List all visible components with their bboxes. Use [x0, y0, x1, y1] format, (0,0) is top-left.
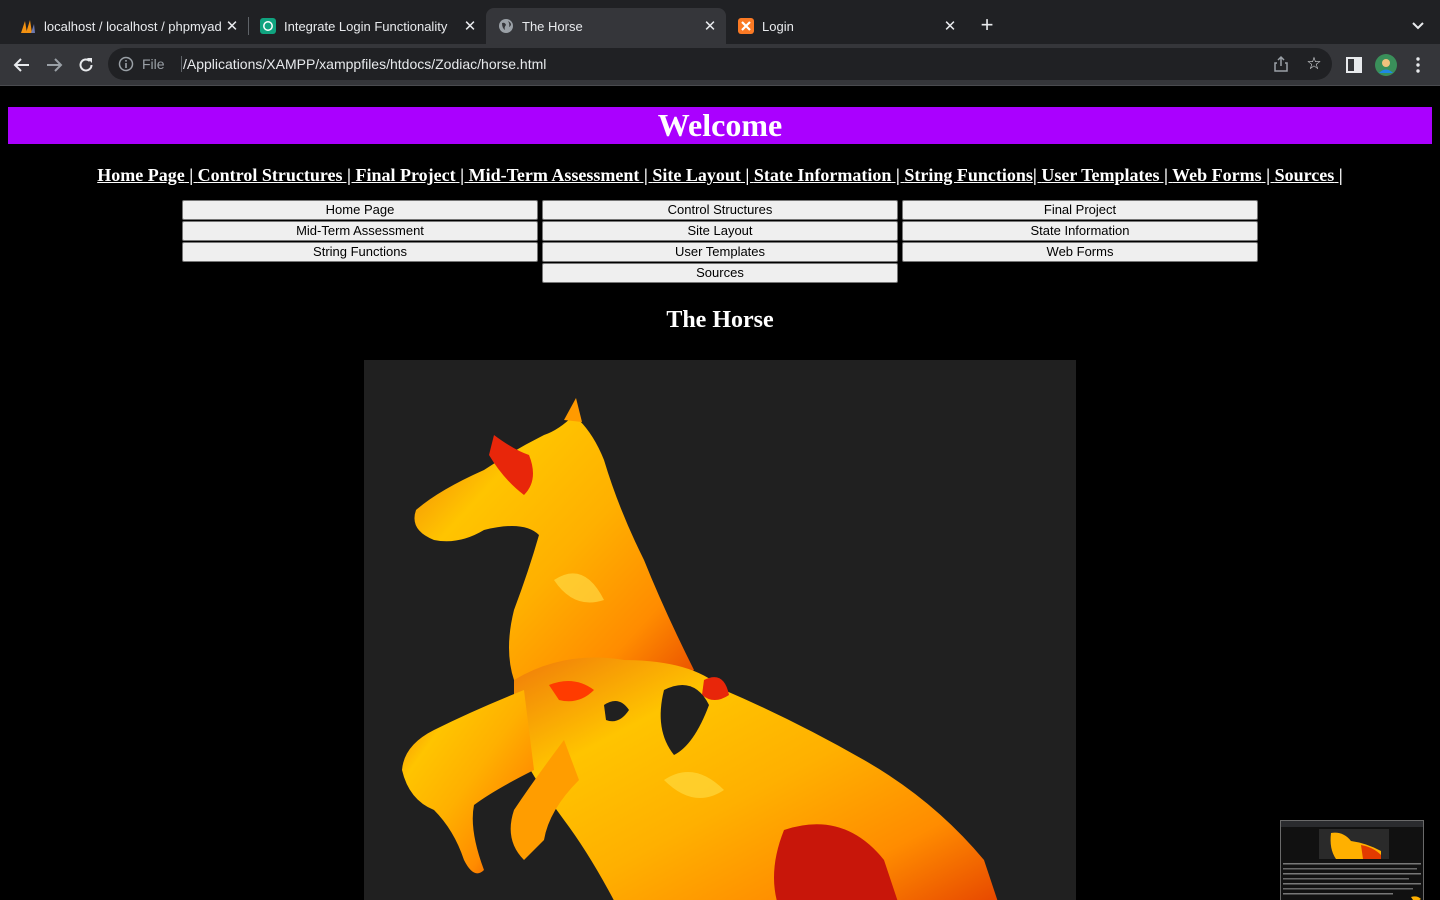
text-nav-link[interactable]: Control Structures	[198, 165, 343, 185]
info-icon[interactable]	[118, 56, 134, 72]
tab-title: localhost / localhost / phpmyadmin	[44, 18, 222, 34]
text-nav-link[interactable]: User Templates	[1041, 165, 1159, 185]
url-text[interactable]: /Applications/XAMPP/xamppfiles/htdocs/Zo…	[183, 56, 546, 72]
text-nav-separator[interactable]: |	[456, 165, 469, 185]
text-nav-separator[interactable]: |	[185, 165, 198, 185]
fiery-horse-illustration	[402, 398, 998, 900]
tab-title: Login	[762, 18, 794, 34]
chevron-down-icon[interactable]	[1408, 16, 1428, 36]
forward-icon[interactable]	[42, 53, 66, 77]
text-nav: Home Page | Control Structures | Final P…	[0, 165, 1440, 186]
address-bar[interactable]: File /Applications/XAMPP/xamppfiles/htdo…	[108, 48, 1332, 80]
tab-chatgpt[interactable]: Integrate Login Functionality ✕	[248, 8, 486, 44]
text-nav-link[interactable]: Home Page	[97, 165, 184, 185]
close-icon[interactable]: ✕	[460, 16, 480, 36]
text-nav-link[interactable]: Site Layout	[652, 165, 741, 185]
avatar[interactable]	[1374, 53, 1398, 77]
reload-icon[interactable]	[74, 53, 98, 77]
page-thumbnail	[1281, 821, 1423, 900]
address-divider	[181, 56, 182, 72]
picture-in-picture-preview[interactable]	[1280, 820, 1424, 900]
text-nav-separator[interactable]: |	[1262, 165, 1275, 185]
text-nav-link[interactable]: State Information	[754, 165, 892, 185]
phpmyadmin-icon	[20, 18, 36, 34]
close-icon[interactable]: ✕	[222, 16, 242, 36]
tab-login[interactable]: Login ✕	[726, 8, 966, 44]
nav-button-mid-term-assessment[interactable]: Mid-Term Assessment	[182, 221, 538, 241]
text-nav-separator[interactable]: |	[639, 165, 652, 185]
text-nav-link[interactable]: Mid-Term Assessment	[469, 165, 640, 185]
nav-button-grid: Home Page Control Structures Final Project…	[182, 200, 1258, 284]
text-nav-link[interactable]: Sources	[1275, 165, 1335, 185]
xampp-icon	[738, 18, 754, 34]
close-icon[interactable]: ✕	[940, 16, 960, 36]
back-icon[interactable]	[10, 53, 34, 77]
text-nav-link[interactable]: Final Project	[355, 165, 455, 185]
close-icon[interactable]: ✕	[700, 16, 720, 36]
nav-button-string-functions[interactable]: String Functions	[182, 242, 538, 262]
horse-image	[364, 360, 1076, 900]
text-nav-separator[interactable]: |	[891, 165, 904, 185]
chatgpt-icon	[260, 18, 276, 34]
globe-icon	[498, 18, 514, 34]
page-title: The Horse	[666, 307, 774, 333]
tab-strip: localhost / localhost / phpmyadmin ✕ Int…	[0, 0, 1440, 44]
nav-button-sources[interactable]: Sources	[542, 263, 898, 283]
nav-button-control-structures[interactable]: Control Structures	[542, 200, 898, 220]
nav-button-row: Home Page Control Structures Final Project	[182, 200, 1258, 220]
tab-title: The Horse	[522, 18, 583, 34]
text-nav-link[interactable]: Web Forms	[1172, 165, 1262, 185]
url-scheme-label: File	[142, 56, 165, 72]
nav-button-row: Mid-Term Assessment Site Layout State Info…	[182, 221, 1258, 241]
nav-button-user-templates[interactable]: User Templates	[542, 242, 898, 262]
bookmark-star-icon[interactable]: ☆	[1304, 54, 1324, 74]
nav-button-final-project[interactable]: Final Project	[902, 200, 1258, 220]
tab-the-horse[interactable]: The Horse ✕	[486, 8, 726, 44]
welcome-banner: Welcome	[8, 107, 1432, 144]
tab-phpmyadmin[interactable]: localhost / localhost / phpmyadmin ✕	[8, 8, 248, 44]
nav-button-home-page[interactable]: Home Page	[182, 200, 538, 220]
nav-button-web-forms[interactable]: Web Forms	[902, 242, 1258, 262]
nav-button-state-information[interactable]: State Information	[902, 221, 1258, 241]
nav-button-site-layout[interactable]: Site Layout	[542, 221, 898, 241]
text-nav-link[interactable]: String Functions	[904, 165, 1033, 185]
side-panel-icon[interactable]	[1342, 53, 1366, 77]
new-tab-button[interactable]: +	[976, 14, 998, 37]
text-nav-separator[interactable]: |	[1160, 165, 1173, 185]
text-nav-separator[interactable]: |	[1334, 165, 1343, 185]
page-viewport: Welcome Home Page | Control Structures |…	[0, 87, 1440, 900]
nav-button-row: Sources	[182, 263, 1258, 283]
menu-icon[interactable]	[1406, 53, 1430, 77]
tab-title: Integrate Login Functionality	[284, 18, 448, 34]
nav-button-row: String Functions User Templates Web Forms	[182, 242, 1258, 262]
share-icon[interactable]	[1272, 55, 1290, 73]
text-nav-separator[interactable]: |	[741, 165, 754, 185]
text-nav-separator[interactable]: |	[343, 165, 356, 185]
